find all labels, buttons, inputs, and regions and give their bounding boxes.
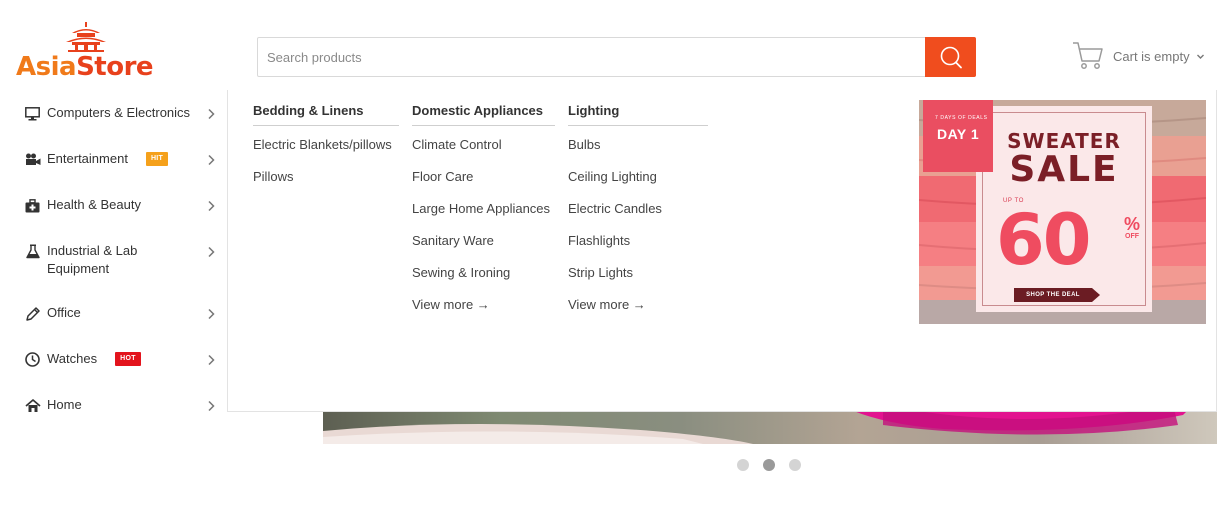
sidebar-item-label: Computers & Electronics — [47, 105, 191, 120]
column-heading[interactable]: Bedding & Linens — [253, 103, 399, 126]
slider-dot-active[interactable] — [763, 459, 775, 471]
pencil-icon — [24, 305, 41, 322]
chevron-down-icon — [1196, 54, 1204, 59]
menu-link[interactable]: Bulbs — [568, 136, 708, 154]
view-more-link[interactable]: View more → — [412, 296, 555, 314]
slider-dots — [737, 459, 815, 471]
search-icon — [940, 46, 962, 69]
menu-link[interactable]: Pillows — [253, 168, 399, 186]
slider-dot[interactable] — [789, 459, 801, 471]
sidebar-item-computers-electronics[interactable]: Computers & Electronics — [24, 104, 220, 122]
sidebar-item-label: Industrial & Lab Equipment — [47, 243, 138, 276]
cart-button[interactable]: Cart is empty — [1072, 40, 1212, 72]
sidebar-item-health-beauty[interactable]: Health & Beauty — [24, 196, 220, 214]
search-bar — [257, 37, 976, 77]
sidebar-item-label: Office — [47, 305, 81, 320]
promo-percent-sign: % — [1124, 214, 1141, 234]
sidebar-item-label: Health & Beauty — [47, 197, 141, 212]
shop-the-deal-button[interactable]: SHOP THE DEAL — [1014, 288, 1092, 302]
flask-icon — [24, 243, 41, 260]
chevron-right-icon — [208, 354, 215, 366]
sidebar-item-home[interactable]: Home — [24, 396, 220, 414]
menu-column-bedding: Bedding & Linens Electric Blankets/pillo… — [253, 103, 399, 186]
clock-icon — [24, 351, 41, 368]
promo-title-line2: SALE — [1009, 149, 1119, 190]
sidebar-item-label: Entertainment — [47, 151, 128, 166]
sweater-sale-promo-banner[interactable]: SWEATER SALE UP TO 60 % OFF SHOP THE DEA… — [919, 100, 1206, 324]
menu-link[interactable]: Electric Blankets/pillows — [253, 136, 399, 154]
menu-link[interactable]: Ceiling Lighting — [568, 168, 708, 186]
column-heading[interactable]: Domestic Appliances — [412, 103, 555, 126]
cart-icon — [1073, 42, 1103, 69]
mega-menu-dropdown: Bedding & Linens Electric Blankets/pillo… — [227, 90, 1217, 412]
promo-card: SWEATER SALE UP TO 60 % OFF SHOP THE DEA… — [976, 106, 1152, 312]
sidebar-item-watches[interactable]: Watches HOT — [24, 350, 220, 368]
day-ribbon: 7 DAYS OF DEALS DAY 1 — [923, 100, 993, 172]
promo-percent: 60 — [996, 199, 1091, 281]
menu-link[interactable]: Large Home Appliances — [412, 200, 555, 218]
chevron-right-icon — [208, 308, 215, 320]
search-button[interactable] — [925, 37, 976, 77]
menu-link[interactable]: Floor Care — [412, 168, 555, 186]
ribbon-day: DAY 1 — [937, 126, 980, 142]
logo-text: AsiaStore — [16, 52, 154, 82]
search-input[interactable] — [258, 38, 926, 76]
medkit-icon — [24, 197, 41, 214]
sidebar-item-industrial-lab[interactable]: Industrial & Lab Equipment — [24, 242, 220, 278]
ribbon-caption: 7 DAYS OF DEALS — [935, 115, 988, 121]
menu-link[interactable]: Strip Lights — [568, 264, 708, 282]
store-logo[interactable]: AsiaStore — [16, 22, 166, 84]
video-camera-icon — [24, 151, 41, 168]
slider-dot[interactable] — [737, 459, 749, 471]
sidebar-item-office[interactable]: Office — [24, 304, 220, 322]
sidebar-item-label: Home — [47, 397, 82, 412]
menu-link[interactable]: Flashlights — [568, 232, 708, 250]
chevron-right-icon — [208, 400, 215, 412]
hit-badge: HIT — [145, 152, 169, 166]
hot-badge: HOT — [115, 352, 141, 366]
button-arrow-shape — [1092, 288, 1100, 302]
sidebar-item-label: Watches — [47, 351, 98, 366]
pagoda-logo-icon — [66, 22, 106, 52]
menu-link[interactable]: Sewing & Ironing — [412, 264, 555, 282]
promo-off-text: OFF — [1125, 233, 1139, 240]
menu-link[interactable]: Electric Candles — [568, 200, 708, 218]
menu-link[interactable]: Sanitary Ware — [412, 232, 555, 250]
cart-status-text: Cart is empty — [1113, 48, 1190, 64]
menu-column-domestic-appliances: Domestic Appliances Climate Control Floo… — [412, 103, 555, 314]
chevron-right-icon — [208, 108, 215, 120]
chevron-right-icon — [208, 246, 215, 258]
monitor-icon — [24, 105, 41, 122]
menu-column-lighting: Lighting Bulbs Ceiling Lighting Electric… — [568, 103, 708, 314]
chevron-right-icon — [208, 154, 215, 166]
chevron-right-icon — [208, 200, 215, 212]
menu-link[interactable]: Climate Control — [412, 136, 555, 154]
home-icon — [24, 397, 41, 414]
column-heading[interactable]: Lighting — [568, 103, 708, 126]
view-more-link[interactable]: View more → — [568, 296, 708, 314]
sidebar-item-entertainment[interactable]: Entertainment HIT — [24, 150, 220, 168]
